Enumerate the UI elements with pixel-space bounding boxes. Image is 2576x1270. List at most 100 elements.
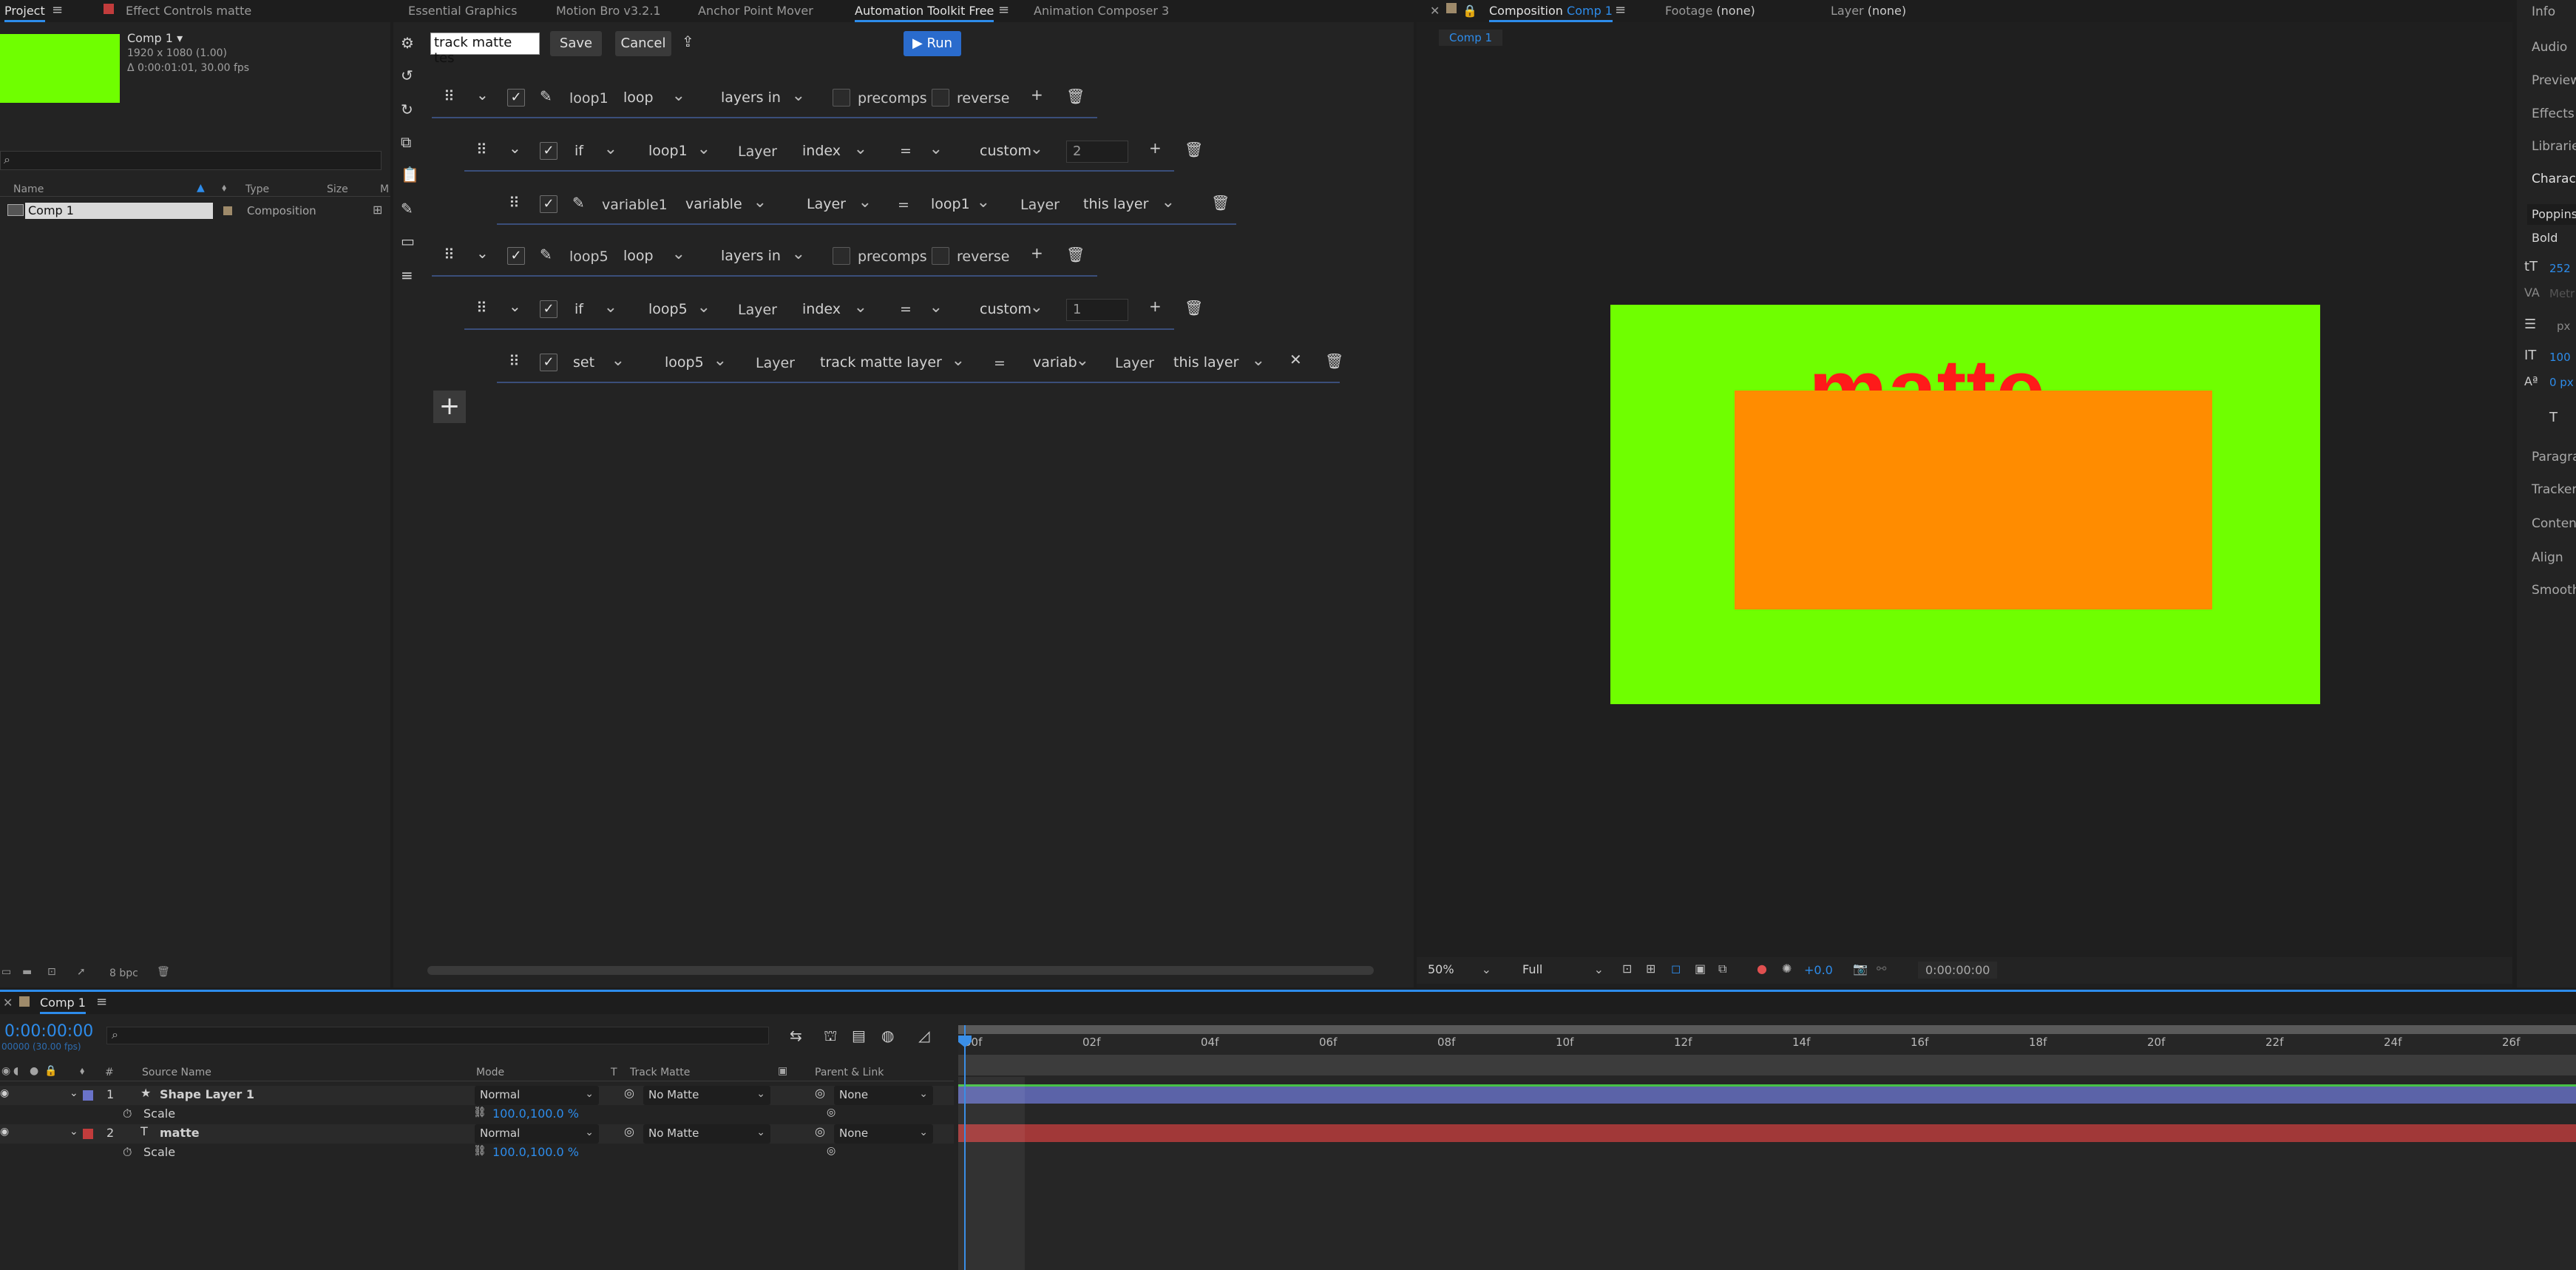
audio-icon[interactable]: ◖ xyxy=(13,1065,18,1077)
font-style[interactable]: Bold xyxy=(2527,229,2576,249)
ref-select[interactable]: loop1 ⌄ xyxy=(924,191,995,217)
layer-bar-2[interactable] xyxy=(958,1124,2576,1142)
lock-icon[interactable]: 🔒 xyxy=(44,1065,57,1077)
enable-checkbox[interactable]: ✓ xyxy=(507,247,525,265)
chevron-down-icon[interactable]: ⌄ xyxy=(509,139,521,157)
comp-flowchart-icon[interactable]: ⇆ xyxy=(790,1027,802,1044)
add-icon[interactable]: + xyxy=(1031,86,1043,104)
property-value[interactable]: 100.0,100.0 % xyxy=(492,1107,579,1121)
ref-select[interactable]: loop1 ⌄ xyxy=(642,138,716,164)
tab-essential-graphics[interactable]: Essential Graphics xyxy=(408,4,517,18)
camera-icon[interactable]: 📷 xyxy=(1853,962,1868,976)
drag-handle-icon[interactable]: ⠿ xyxy=(509,352,520,370)
panel-info[interactable]: Info xyxy=(2517,0,2576,33)
menu-icon[interactable]: ≡ xyxy=(96,994,107,1010)
shape-layer-rect[interactable] xyxy=(1735,391,2212,609)
time-ruler[interactable]: 00f 02f 04f 06f 08f 10f 12f 14f 16f 18f 20f 22f 24f 2… xyxy=(958,1036,2576,1052)
pickwhip-icon[interactable]: ◎ xyxy=(827,1145,835,1157)
menu-icon[interactable]: ≡ xyxy=(998,2,1009,18)
trash-icon[interactable]: 🗑 xyxy=(157,966,170,978)
value-type-select[interactable]: custom ⌄ xyxy=(973,138,1048,164)
kerning-value[interactable]: Metr xyxy=(2549,287,2575,300)
drag-handle-icon[interactable]: ⠿ xyxy=(476,141,487,158)
tab-comp1-timeline[interactable]: Comp 1 xyxy=(40,996,86,1014)
range-select[interactable]: layers in ⌄ xyxy=(714,84,810,111)
work-area-bar[interactable] xyxy=(958,1025,2576,1034)
stopwatch-icon[interactable]: ⏱ xyxy=(123,1107,132,1121)
col-track-matte[interactable]: Track Matte xyxy=(630,1067,690,1078)
block-name[interactable]: loop1 xyxy=(569,90,609,107)
comp-breadcrumb[interactable]: Comp 1 xyxy=(1439,30,1503,46)
rocket-icon[interactable]: ➚ xyxy=(77,966,86,978)
operator-select[interactable]: = ⌄ xyxy=(893,296,948,322)
add-block-button[interactable]: + xyxy=(433,391,466,423)
add-icon[interactable]: + xyxy=(1149,297,1162,315)
baseline-value[interactable]: 0 px xyxy=(2549,376,2574,389)
layer-expand-icon[interactable]: ⌄ xyxy=(70,1087,78,1099)
target-select[interactable]: this layer ⌄ xyxy=(1077,191,1180,217)
layer-mode-select[interactable]: Normal ⌄ xyxy=(475,1124,599,1144)
tab-motion-bro[interactable]: Motion Bro v3.2.1 xyxy=(556,4,661,18)
col-mode[interactable]: Mode xyxy=(476,1067,504,1078)
drag-handle-icon[interactable]: ⠿ xyxy=(444,87,455,105)
layer-row-1[interactable]: ◉ ⌄ 1 ★ Shape Layer 1 Normal ⌄ ◎ No Matte… xyxy=(0,1086,954,1105)
flowchart-icon[interactable]: ⊞ xyxy=(373,203,382,217)
layer-row-2[interactable]: ◉ ⌄ 2 T matte Normal ⌄ ◎ No Matte ⌄ ◎ None… xyxy=(0,1124,954,1144)
trash-icon[interactable]: 🗑 xyxy=(1184,299,1203,317)
mode-select[interactable]: loop ⌄ xyxy=(617,84,691,111)
region-icon[interactable]: ⊡ xyxy=(1622,962,1632,976)
enable-checkbox[interactable]: ✓ xyxy=(540,354,557,371)
pickwhip-icon[interactable]: ◎ xyxy=(827,1107,835,1118)
exposure-value[interactable]: +0.0 xyxy=(1804,963,1833,977)
horizontal-scrollbar[interactable] xyxy=(427,966,1374,975)
col-parent-link[interactable]: Parent & Link xyxy=(815,1067,884,1078)
brush-icon[interactable]: ✎ xyxy=(401,200,413,217)
value-input[interactable]: 1 xyxy=(1066,299,1128,321)
drag-handle-icon[interactable]: ⠿ xyxy=(444,246,455,263)
layer-bar-1[interactable] xyxy=(958,1086,2576,1104)
add-icon[interactable]: + xyxy=(1149,139,1162,157)
block-name[interactable]: loop5 xyxy=(569,249,609,265)
drag-handle-icon[interactable]: ⠿ xyxy=(476,299,487,317)
faux-bold-icon[interactable]: T xyxy=(2549,410,2558,425)
graph-editor-icon[interactable]: ◿ xyxy=(918,1027,929,1044)
gear-icon[interactable]: ⚙ xyxy=(401,34,414,52)
close-icon[interactable]: ✕ xyxy=(1430,4,1440,18)
font-size-value[interactable]: 252 xyxy=(2549,262,2571,275)
pickwhip-icon[interactable]: ◎ xyxy=(815,1124,825,1138)
zoom-select[interactable]: 50% ⌄ xyxy=(1423,959,1497,981)
precomps-checkbox[interactable] xyxy=(833,247,850,265)
property-select[interactable]: index ⌄ xyxy=(796,296,872,322)
condition-select[interactable]: if ⌄ xyxy=(568,138,623,164)
matte-link-icon[interactable]: ◎ xyxy=(624,1124,634,1138)
precomps-checkbox[interactable] xyxy=(833,89,850,107)
lock-icon[interactable] xyxy=(1446,3,1457,13)
col-name[interactable]: Name xyxy=(13,183,44,195)
parent-select[interactable]: None ⌄ xyxy=(834,1124,933,1144)
parent-select[interactable]: None ⌄ xyxy=(834,1086,933,1105)
vscale-value[interactable]: 100 xyxy=(2549,351,2571,364)
comp-timecode[interactable]: 0:00:00:00 xyxy=(1918,962,1998,979)
matte-link-icon[interactable]: ◎ xyxy=(624,1086,634,1100)
eye-icon[interactable]: ◉ xyxy=(0,1087,9,1099)
layer-name[interactable]: Shape Layer 1 xyxy=(160,1087,254,1101)
condition-select[interactable]: if ⌄ xyxy=(568,296,623,322)
time-graph[interactable]: 00f 02f 04f 06f 08f 10f 12f 14f 16f 18f 20f 22f 24f 2… xyxy=(958,1025,2576,1270)
panel-character[interactable]: Characte xyxy=(2517,164,2576,197)
drag-handle-icon[interactable]: ⠿ xyxy=(509,194,520,212)
ref-select[interactable]: loop5 ⌄ xyxy=(658,349,732,376)
layer-expand-icon[interactable]: ⌄ xyxy=(70,1126,78,1138)
reverse-checkbox[interactable] xyxy=(932,89,949,107)
tab-footage[interactable]: Footage (none) xyxy=(1665,4,1755,18)
eye-icon[interactable]: ◉ xyxy=(1,1065,10,1077)
value-input[interactable]: 2 xyxy=(1066,141,1128,163)
link-icon[interactable]: ⛓ xyxy=(473,1107,487,1118)
save-button[interactable]: Save xyxy=(550,31,602,56)
frame-blend-icon[interactable]: ◍ xyxy=(881,1027,894,1044)
exposure-icon[interactable]: ✺ xyxy=(1782,962,1792,976)
pencil-icon[interactable]: ✎ xyxy=(572,194,585,212)
clipboard-icon[interactable]: 📋 xyxy=(401,166,419,183)
new-comp-icon[interactable]: ⊡ xyxy=(47,966,56,978)
project-item-row[interactable]: Comp 1 Composition ⊞ xyxy=(0,203,390,219)
timeline-search[interactable]: ⌕ xyxy=(106,1027,769,1044)
